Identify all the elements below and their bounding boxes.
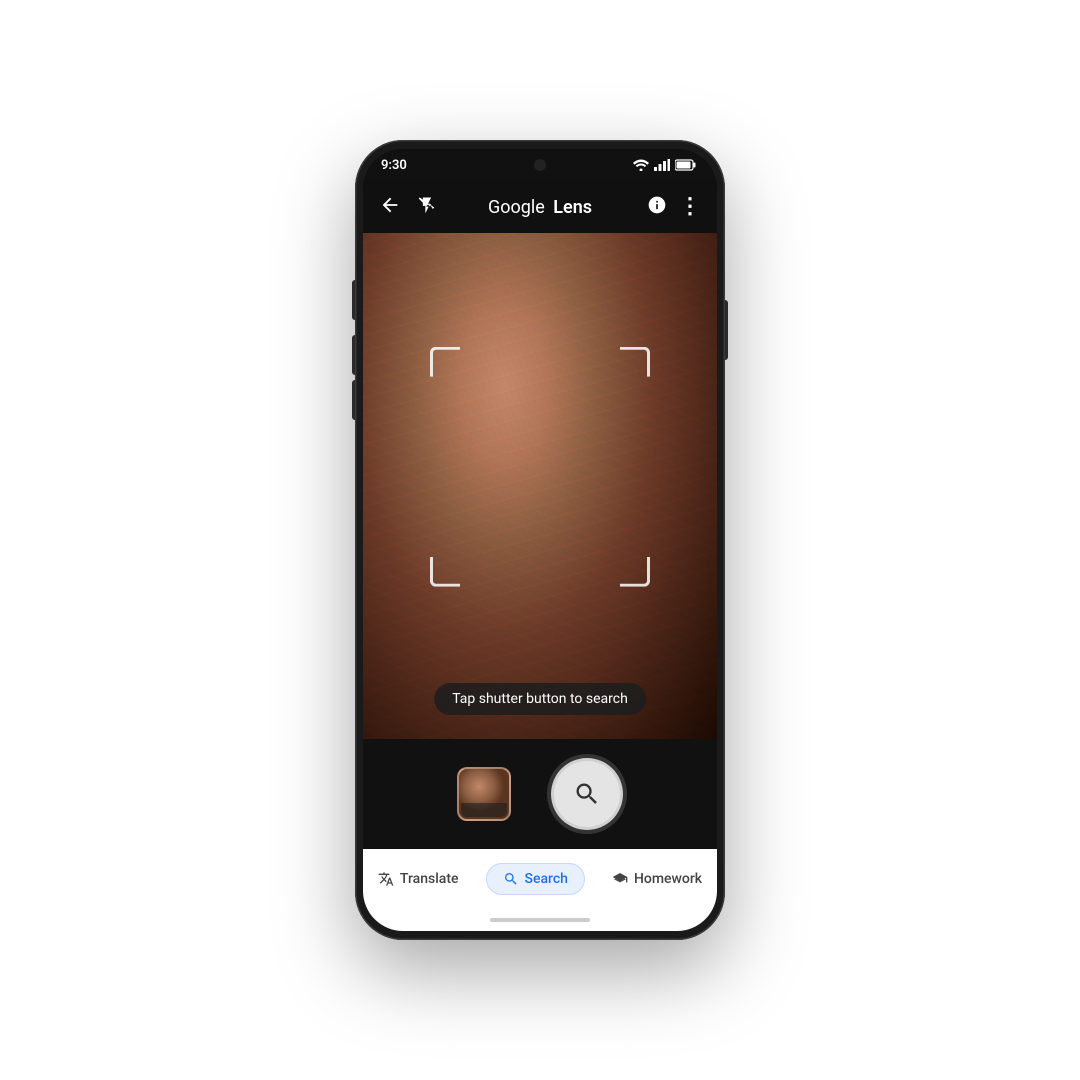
search-tab-icon [503,871,519,887]
bottom-area: Translate Search Homework [363,739,717,931]
homework-tab-label: Homework [634,871,702,887]
search-tab[interactable]: Search [486,863,585,895]
shutter-button[interactable] [551,758,623,830]
homework-icon [612,871,628,887]
translate-tab[interactable]: Translate [363,863,476,895]
app-bar-right: ⋮ [647,195,701,220]
home-indicator-bar [490,918,590,922]
title-google: Google [488,197,545,218]
corner-tl [430,347,460,377]
homework-tab[interactable]: Homework [595,863,717,895]
status-time: 9:30 [381,158,407,173]
phone-device: 9:30 [355,140,725,940]
wifi-icon [633,159,649,171]
flash-off-button[interactable] [417,195,437,220]
info-button[interactable] [647,195,667,220]
signal-icon [654,159,670,171]
status-bar: 9:30 [363,149,717,181]
shutter-search-icon [573,780,601,808]
corner-bl [430,557,460,587]
scan-frame [430,347,650,587]
home-indicator [363,909,717,931]
camera-viewfinder: Tap shutter button to search [363,233,717,739]
status-icons [633,159,697,171]
more-options-button[interactable]: ⋮ [679,196,701,218]
app-bar-title: Google Lens [488,197,592,218]
translate-icon [378,871,394,887]
shutter-row [363,739,717,849]
title-lens: Lens [553,197,592,218]
battery-icon [675,159,697,171]
app-bar-left [379,194,437,221]
corner-br [620,557,650,587]
corner-tr [620,347,650,377]
translate-tab-label: Translate [400,871,459,887]
back-button[interactable] [379,194,401,221]
mode-tabs: Translate Search Homework [363,849,717,909]
gallery-thumbnail-button[interactable] [457,767,511,821]
search-tab-label: Search [525,871,568,887]
phone-screen: 9:30 [363,149,717,931]
hint-text: Tap shutter button to search [434,683,646,715]
app-bar: Google Lens ⋮ [363,181,717,233]
camera-notch [534,159,546,171]
